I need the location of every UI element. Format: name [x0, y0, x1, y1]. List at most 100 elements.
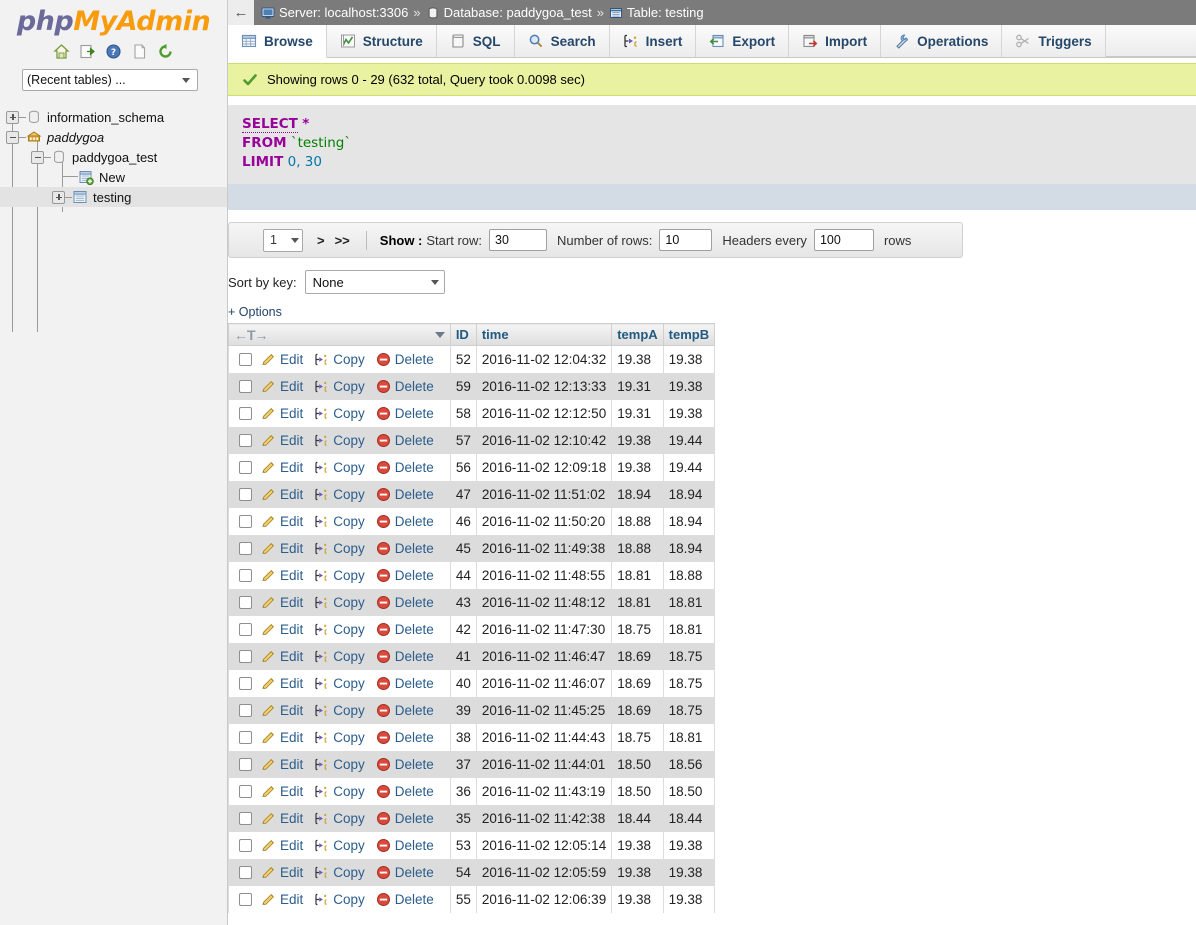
table-row[interactable]: Edit Copy Delete 45 2016-11-02 11:49:38 18.88…	[228, 534, 716, 562]
delete-row-button[interactable]: Delete	[376, 406, 434, 421]
delete-row-button[interactable]: Delete	[376, 865, 434, 880]
table-row[interactable]: Edit Copy Delete 46 2016-11-02 11:50:20 18.88…	[228, 507, 716, 535]
delete-row-button[interactable]: Delete	[376, 838, 434, 853]
options-toggle-link[interactable]: + Options	[228, 305, 1196, 319]
row-select-checkbox[interactable]	[239, 811, 252, 825]
sort-by-key-select[interactable]: None	[304, 270, 445, 294]
home-icon[interactable]	[53, 43, 70, 60]
edit-row-button[interactable]: Edit	[261, 352, 303, 367]
copy-row-button[interactable]: Copy	[314, 460, 365, 475]
recent-tables-select[interactable]: (Recent tables) ...	[22, 69, 198, 91]
edit-row-button[interactable]: Edit	[261, 649, 303, 664]
table-row[interactable]: Edit Copy Delete 52 2016-11-02 12:04:32 19.38…	[228, 345, 716, 373]
edit-row-button[interactable]: Edit	[261, 811, 303, 826]
table-row[interactable]: Edit Copy Delete 36 2016-11-02 11:43:19 18.50…	[228, 777, 716, 805]
edit-row-button[interactable]: Edit	[261, 406, 303, 421]
row-select-checkbox[interactable]	[239, 433, 252, 447]
row-select-checkbox[interactable]	[239, 622, 252, 636]
copy-row-button[interactable]: Copy	[314, 406, 365, 421]
copy-row-button[interactable]: Copy	[314, 595, 365, 610]
page-number-select[interactable]: 1	[263, 228, 303, 252]
copy-row-button[interactable]: Copy	[314, 676, 365, 691]
delete-row-button[interactable]: Delete	[376, 568, 434, 583]
copy-row-button[interactable]: Copy	[314, 514, 365, 529]
phpmyadmin-logo[interactable]: phpMyAdmin	[0, 0, 227, 37]
table-row[interactable]: Edit Copy Delete 40 2016-11-02 11:46:07 18.69…	[228, 669, 716, 697]
delete-row-button[interactable]: Delete	[376, 352, 434, 367]
copy-row-button[interactable]: Copy	[314, 730, 365, 745]
copy-row-button[interactable]: Copy	[314, 541, 365, 556]
table-row[interactable]: Edit Copy Delete 59 2016-11-02 12:13:33 19.31…	[228, 372, 716, 400]
table-row[interactable]: Edit Copy Delete 44 2016-11-02 11:48:55 18.81…	[228, 561, 716, 589]
tree-item-information_schema[interactable]: information_schema	[0, 107, 227, 127]
collapse-minus-icon[interactable]	[6, 130, 19, 144]
delete-row-button[interactable]: Delete	[376, 460, 434, 475]
copy-row-button[interactable]: Copy	[314, 811, 365, 826]
edit-row-button[interactable]: Edit	[261, 865, 303, 880]
table-row[interactable]: Edit Copy Delete 47 2016-11-02 11:51:02 18.94…	[228, 480, 716, 508]
next-page-button[interactable]: >	[317, 233, 325, 248]
help-icon[interactable]: ?	[105, 43, 122, 60]
delete-row-button[interactable]: Delete	[376, 541, 434, 556]
delete-row-button[interactable]: Delete	[376, 622, 434, 637]
row-select-checkbox[interactable]	[239, 676, 252, 690]
headers-every-input[interactable]: 100	[813, 229, 874, 251]
sort-direction-header[interactable]: ←T→	[228, 323, 451, 346]
breadcrumb-server[interactable]: Server: localhost:3306	[261, 5, 408, 20]
expand-plus-icon[interactable]	[6, 110, 19, 124]
refresh-icon[interactable]	[157, 43, 174, 60]
column-header-time[interactable]: time	[475, 323, 613, 346]
delete-row-button[interactable]: Delete	[376, 784, 434, 799]
back-button[interactable]: ←	[228, 0, 254, 25]
delete-row-button[interactable]: Delete	[376, 487, 434, 502]
table-row[interactable]: Edit Copy Delete 55 2016-11-02 12:06:39 19.38…	[228, 885, 716, 913]
row-select-checkbox[interactable]	[239, 595, 252, 609]
edit-row-button[interactable]: Edit	[261, 757, 303, 772]
tree-item-paddygoa_test[interactable]: paddygoa_test	[0, 147, 227, 167]
table-row[interactable]: Edit Copy Delete 56 2016-11-02 12:09:18 19.38…	[228, 453, 716, 481]
row-select-checkbox[interactable]	[239, 514, 252, 528]
row-select-checkbox[interactable]	[239, 703, 252, 717]
number-of-rows-input[interactable]: 10	[659, 229, 713, 251]
table-row[interactable]: Edit Copy Delete 35 2016-11-02 11:42:38 18.44…	[228, 804, 716, 832]
copy-row-button[interactable]: Copy	[314, 487, 365, 502]
delete-row-button[interactable]: Delete	[376, 703, 434, 718]
last-page-button[interactable]: >>	[335, 233, 350, 248]
column-header-id[interactable]: ID	[449, 323, 477, 346]
chevron-down-icon[interactable]	[434, 331, 445, 338]
copy-row-button[interactable]: Copy	[314, 865, 365, 880]
delete-row-button[interactable]: Delete	[376, 757, 434, 772]
edit-row-button[interactable]: Edit	[261, 784, 303, 799]
delete-row-button[interactable]: Delete	[376, 514, 434, 529]
breadcrumb-table[interactable]: Table: testing	[609, 5, 704, 20]
delete-row-button[interactable]: Delete	[376, 649, 434, 664]
column-header-tempA[interactable]: tempA	[611, 323, 664, 346]
edit-row-button[interactable]: Edit	[261, 541, 303, 556]
edit-row-button[interactable]: Edit	[261, 703, 303, 718]
tree-item-new[interactable]: New	[0, 167, 227, 187]
row-select-checkbox[interactable]	[239, 460, 252, 474]
edit-row-button[interactable]: Edit	[261, 892, 303, 907]
edit-row-button[interactable]: Edit	[261, 838, 303, 853]
docs-icon[interactable]	[131, 43, 148, 60]
edit-row-button[interactable]: Edit	[261, 595, 303, 610]
edit-row-button[interactable]: Edit	[261, 676, 303, 691]
row-select-checkbox[interactable]	[239, 784, 252, 798]
row-select-checkbox[interactable]	[239, 352, 252, 366]
table-row[interactable]: Edit Copy Delete 57 2016-11-02 12:10:42 19.38…	[228, 426, 716, 454]
table-row[interactable]: Edit Copy Delete 37 2016-11-02 11:44:01 18.50…	[228, 750, 716, 778]
row-select-checkbox[interactable]	[239, 406, 252, 420]
copy-row-button[interactable]: Copy	[314, 568, 365, 583]
delete-row-button[interactable]: Delete	[376, 892, 434, 907]
tab-structure[interactable]: Structure	[326, 25, 437, 57]
tab-insert[interactable]: Insert	[609, 25, 697, 57]
copy-row-button[interactable]: Copy	[314, 784, 365, 799]
tab-search[interactable]: Search	[514, 25, 610, 57]
edit-row-button[interactable]: Edit	[261, 622, 303, 637]
tab-operations[interactable]: Operations	[881, 25, 1003, 57]
delete-row-button[interactable]: Delete	[376, 676, 434, 691]
copy-row-button[interactable]: Copy	[314, 892, 365, 907]
delete-row-button[interactable]: Delete	[376, 811, 434, 826]
edit-row-button[interactable]: Edit	[261, 433, 303, 448]
copy-row-button[interactable]: Copy	[314, 622, 365, 637]
